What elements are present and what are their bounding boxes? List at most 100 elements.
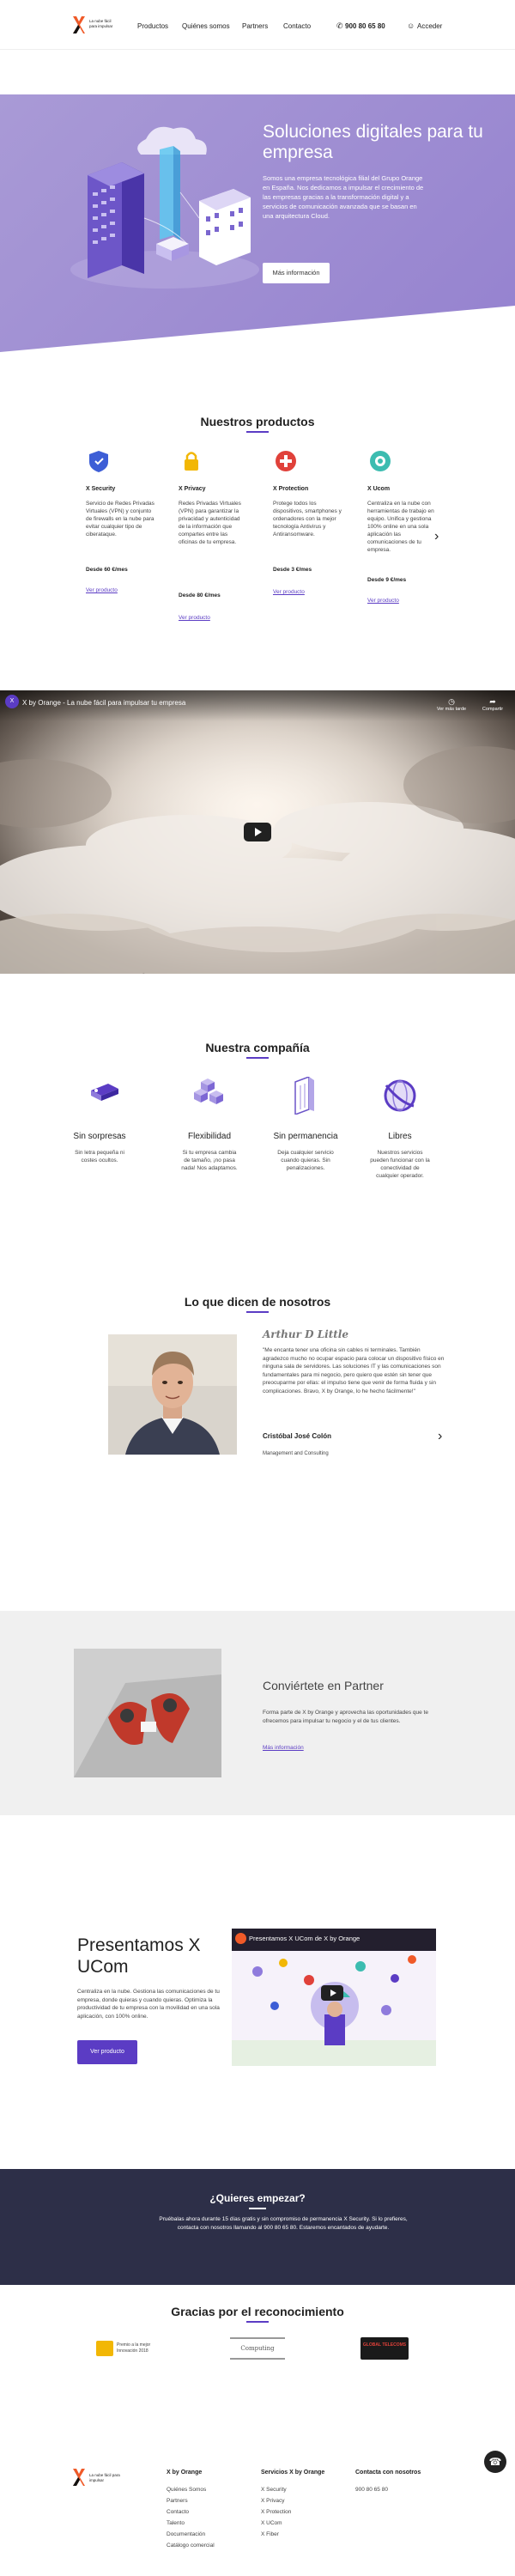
play-button-icon[interactable] (244, 823, 271, 841)
nav-item-quienes-somos[interactable]: Quiénes somos (182, 22, 230, 30)
ucom-video-avatar[interactable] (235, 1933, 246, 1944)
feature-title-sin-permanencia: Sin permanencia (273, 1132, 338, 1141)
product-view-link[interactable]: Ver producto (179, 615, 210, 621)
product-name: X Protection (273, 486, 309, 492)
product-view-link[interactable]: Ver producto (367, 598, 399, 604)
partner-title: Conviértete en Partner (263, 1679, 384, 1692)
globe-icon (384, 1079, 416, 1112)
awards-title-underline (246, 2321, 269, 2323)
product-name: X Security (86, 486, 116, 492)
feature-desc-sin-permanencia: Deja cualquier servicio cuando quieras. … (277, 1150, 334, 1171)
watch-later-label: Ver más tarde (436, 707, 467, 712)
feature-desc-flexibilidad: Si tu empresa cambia de tamaño, ¡no pasa… (181, 1150, 238, 1171)
footer-link-quienes-somos[interactable]: Quiénes Somos (167, 2487, 206, 2493)
footer-link-x-fiber[interactable]: X Fiber (261, 2531, 279, 2537)
cta-underline (249, 2208, 266, 2209)
feature-desc-libres: Nuestros servicios pueden funcionar con … (370, 1150, 430, 1179)
hero-title: Soluciones digitales para tu empresa (263, 122, 483, 162)
tag-icon (91, 1084, 118, 1101)
product-price: Desde 3 €/mes (273, 567, 312, 573)
shield-icon (89, 451, 108, 472)
ucom-icon (370, 451, 391, 471)
ucom-play-button-icon[interactable] (321, 1985, 343, 2001)
feature-title-flexibilidad: Flexibilidad (187, 1132, 232, 1141)
chat-button-icon[interactable]: ☎ (484, 2451, 506, 2473)
cta-text: Pruébalas ahora durante 15 días gratis y… (159, 2216, 408, 2231)
x-logo-icon[interactable] (72, 15, 86, 34)
partner-photo (74, 1649, 221, 1777)
feature-desc-sin-sorpresas: Sin letra pequeña ni costes ocultos. (75, 1150, 124, 1163)
feature-title-libres: Libres (388, 1132, 412, 1141)
testimonial-company-logo: Arthur D Little (263, 1328, 348, 1340)
watch-later-button[interactable]: ◷ Ver más tarde (434, 697, 469, 712)
footer-link-partners[interactable]: Partners (167, 2498, 188, 2504)
footer-x-logo-icon[interactable] (72, 2468, 86, 2487)
footer-col-title-servicios: Servicios X by Orange (261, 2470, 325, 2476)
footer-link-x-protection[interactable]: X Protection (261, 2509, 291, 2515)
testimonial-role: Management and Consulting (263, 1451, 329, 1456)
hero-text: Somos una empresa tecnológica filial del… (263, 174, 424, 220)
nav-item-contacto[interactable]: Contacto (283, 22, 311, 30)
testimonials-title: Lo que dicen de nosotros (184, 1295, 331, 1309)
phone-icon: ✆ (336, 21, 343, 30)
share-label: Compartir (482, 707, 504, 712)
product-name: X Privacy (179, 486, 206, 492)
product-description: Servicio de Redes Privadas Virtuales (VP… (86, 501, 154, 538)
lock-icon (185, 452, 198, 471)
share-icon: ➦ (489, 697, 496, 706)
partner-text: Forma parte de X by Orange y aprovecha l… (263, 1710, 428, 1724)
footer-logo-text: La nube fácil para impulsar (89, 2473, 120, 2482)
company-title: Nuestra compañía (205, 1041, 310, 1054)
award-innovation-text: Premio a la mejor Innovación 2018 (117, 2342, 151, 2354)
testimonial-name: Cristóbal José Colón (263, 1432, 332, 1440)
award-computing-text: Computing (240, 2345, 275, 2352)
product-view-link[interactable]: Ver producto (86, 587, 118, 593)
logo-tagline: La nube fácil para impulsar (89, 19, 124, 29)
testimonials-next-arrow-icon[interactable]: › (438, 1429, 442, 1444)
ucom-view-product-button[interactable]: Ver producto (77, 2040, 137, 2064)
product-price: Desde 80 €/mes (179, 592, 221, 598)
footer-col-title-contacto: Contacta con nosotros (355, 2470, 421, 2476)
protection-icon (276, 451, 296, 471)
partner-more-info-link[interactable]: Más información (263, 1745, 304, 1751)
testimonial-quote: "Me encanta tener una oficina sin cables… (263, 1347, 445, 1394)
feature-title-sin-sorpresas: Sin sorpresas (73, 1132, 126, 1141)
product-name: X Ucom (367, 486, 391, 492)
footer-col-title-xbyorange: X by Orange (167, 2470, 203, 2476)
products-title-underline (246, 431, 269, 433)
awards-title: Gracias por el reconocimiento (171, 2305, 344, 2318)
testimonials-title-underline (246, 1311, 269, 1313)
video-channel-avatar[interactable]: X (5, 695, 19, 708)
hero-more-info-button[interactable]: Más información (263, 263, 330, 283)
nav-item-productos[interactable]: Productos (137, 22, 168, 30)
account-link[interactable]: Acceder (417, 22, 442, 30)
footer-link-x-ucom[interactable]: X UCom (261, 2520, 282, 2526)
nav-item-partners[interactable]: Partners (242, 22, 268, 30)
product-description: Redes Privadas Virtuales (VPN) para gara… (179, 501, 241, 545)
product-description: Centraliza en la nube con herramientas d… (367, 501, 434, 553)
footer-link-catalogo[interactable]: Catálogo comercial (167, 2543, 215, 2549)
product-price: Desde 60 €/mes (86, 567, 128, 573)
footer-link-talento[interactable]: Talento (167, 2520, 185, 2526)
product-price: Desde 9 €/mes (367, 577, 407, 583)
share-button[interactable]: ➦ Compartir (476, 697, 510, 712)
footer-phone[interactable]: 900 80 65 80 (355, 2487, 388, 2493)
products-title: Nuestros productos (200, 415, 315, 428)
company-title-underline (246, 1057, 269, 1059)
video-title[interactable]: X by Orange - La nube fácil para impulsa… (22, 699, 185, 707)
product-view-link[interactable]: Ver producto (273, 589, 305, 595)
footer-link-x-security[interactable]: X Security (261, 2487, 287, 2493)
footer-link-documentacion[interactable]: Documentación (167, 2531, 205, 2537)
clock-icon: ◷ (448, 697, 455, 706)
award-global-telecoms-text: GLOBAL TELECOMS (362, 2342, 407, 2348)
footer-link-x-privacy[interactable]: X Privacy (261, 2498, 284, 2504)
door-icon (294, 1077, 314, 1115)
award-innovation-logo: Premio a la mejor Innovación 2018 (96, 2337, 168, 2360)
phone-number[interactable]: 900 80 65 80 (345, 22, 385, 30)
footer-link-contacto[interactable]: Contacto (167, 2509, 189, 2515)
product-description: Protege todos los dispositivos, smartpho… (273, 501, 342, 538)
ucom-text: Centraliza en la nube. Gestiona las comu… (77, 1989, 220, 2020)
products-next-arrow-icon[interactable]: › (434, 529, 439, 544)
award-global-telecoms-logo: GLOBAL TELECOMS (360, 2337, 409, 2360)
ucom-video-title[interactable]: Presentamos X UCom de X by Orange (249, 1935, 360, 1942)
